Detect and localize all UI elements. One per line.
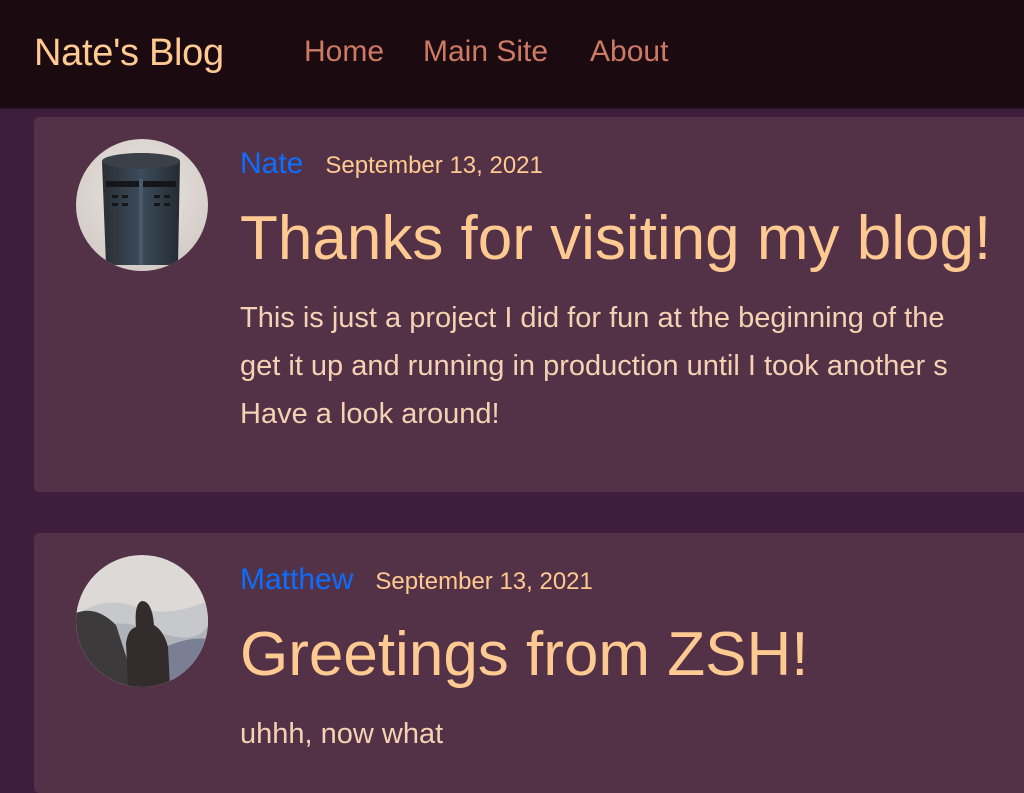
post-content: This is just a project I did for fun at … <box>240 302 948 430</box>
post-card: Nate September 13, 2021 Thanks for visiti… <box>34 117 1024 492</box>
author-link[interactable]: Nate <box>240 147 303 180</box>
post-meta: Nate September 13, 2021 <box>240 147 543 181</box>
post-card: Matthew September 13, 2021 Greetings from… <box>34 533 1024 793</box>
post-date: September 13, 2021 <box>375 568 593 595</box>
author-link[interactable]: Matthew <box>240 563 353 596</box>
nav-link-about[interactable]: About <box>590 33 668 71</box>
hooded-figure-mountains-avatar-icon <box>76 555 208 687</box>
post-title-link[interactable]: Thanks for visiting my blog! <box>240 203 991 275</box>
brand-link[interactable]: Nate's Blog <box>34 30 224 76</box>
post-date: September 13, 2021 <box>325 152 543 179</box>
post-content: uhhh, now what <box>240 718 444 750</box>
knight-helmet-avatar-icon <box>76 139 208 271</box>
navbar: Nate's Blog Home Main Site About <box>0 0 1024 108</box>
post-meta: Matthew September 13, 2021 <box>240 563 593 597</box>
nav-link-main-site[interactable]: Main Site <box>423 33 548 71</box>
nav-link-home[interactable]: Home <box>304 33 384 71</box>
post-title-link[interactable]: Greetings from ZSH! <box>240 619 808 691</box>
